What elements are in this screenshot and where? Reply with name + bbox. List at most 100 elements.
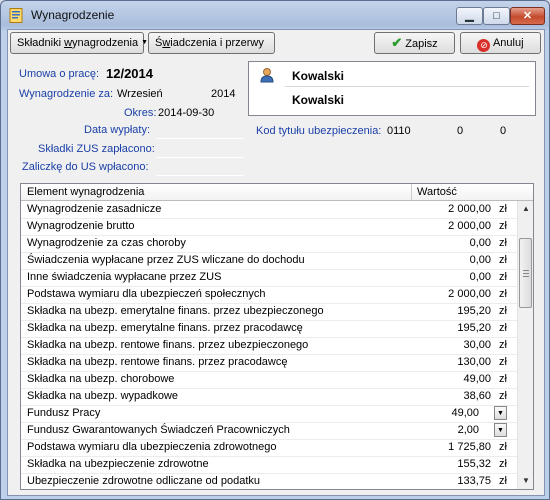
row-value: 2 000,00 (448, 288, 491, 300)
row-currency: zł (499, 475, 507, 487)
row-currency: zł (499, 203, 507, 215)
table-row[interactable]: Składka na ubezp. chorobowe 49,00 zł (21, 371, 517, 389)
close-button[interactable]: ✕ (510, 7, 545, 25)
app-icon (9, 8, 23, 23)
row-value: 0,00 (469, 254, 491, 266)
employee-divider (285, 86, 529, 87)
table-row[interactable]: Fundusz Gwarantowanych Świadczeń Pracown… (21, 422, 517, 440)
save-label: Zapisz (405, 38, 438, 50)
table-row[interactable]: Składka na ubezp. wypadkowe 38,60 zł (21, 388, 517, 406)
employee-panel[interactable]: Kowalski Kowalski (248, 61, 536, 116)
row-currency: zł (499, 288, 507, 300)
zus-paid-field[interactable] (156, 141, 244, 158)
row-value: 195,20 (457, 305, 491, 317)
row-value: 38,60 (463, 390, 491, 402)
row-value: 133,75 (457, 475, 491, 487)
save-button[interactable]: ✔ Zapisz (374, 32, 455, 54)
row-currency: zł (499, 322, 507, 334)
payout-date-label: Data wypłaty: (84, 124, 151, 136)
period-value: 2014-09-30 (158, 107, 215, 119)
insurance-code[interactable]: 0110 (387, 125, 411, 137)
employee-name-2: Kowalski (292, 93, 345, 107)
salary-for-label: Wynagrodzenie za: (19, 88, 114, 100)
table-row[interactable]: Podstawa wymiaru dla ubezpieczeń społecz… (21, 286, 517, 304)
insurance-code-label: Kod tytułu ubezpieczenia: (256, 125, 382, 137)
contract-value: 12/2014 (106, 66, 153, 81)
salary-components-label: Składniki wynagrodzenia (17, 37, 139, 49)
table-header: Element wynagrodzenia Wartość (21, 184, 533, 201)
row-value: 2 000,00 (448, 220, 491, 232)
row-element-name: Wynagrodzenie brutto (27, 220, 135, 232)
row-currency: zł (499, 254, 507, 266)
us-paid-field[interactable] (156, 159, 244, 176)
employee-name-1: Kowalski (292, 69, 345, 83)
form-body: Składniki wynagrodzenia ▼ Świadczenia i … (7, 29, 545, 496)
minimize-button[interactable]: ▁ (456, 7, 483, 25)
cancel-button[interactable]: ⊘ Anuluj (460, 32, 541, 54)
person-icon (260, 68, 274, 83)
row-value: 195,20 (457, 322, 491, 334)
row-element-name: Fundusz Pracy (27, 407, 101, 419)
table-row[interactable]: Wynagrodzenie zasadnicze 2 000,00 zł (21, 201, 517, 219)
benefits-breaks-label: Świadczenia i przerwy (155, 37, 264, 49)
column-header-value[interactable]: Wartość (417, 186, 457, 198)
row-element-name: Składka na ubezp. emerytalne finans. prz… (27, 305, 324, 317)
row-currency: zł (499, 271, 507, 283)
table-row[interactable]: Inne świadczenia wypłacane przez ZUS 0,00… (21, 269, 517, 287)
row-element-name: Podstawa wymiaru dla ubezpieczeń społecz… (27, 288, 266, 300)
row-currency: zł (499, 373, 507, 385)
table-row[interactable]: Wynagrodzenie brutto 2 000,00 zł (21, 218, 517, 236)
table-row[interactable]: Podstawa wymiaru dla ubezpieczenia zdrow… (21, 439, 517, 457)
column-header-element[interactable]: Element wynagrodzenia (27, 186, 144, 198)
row-value: 2 000,00 (448, 203, 491, 215)
salary-elements-table: Element wynagrodzenia Wartość Wynagrodze… (20, 183, 534, 490)
row-value: 49,00 (463, 373, 491, 385)
scroll-up-icon[interactable]: ▲ (518, 201, 533, 217)
row-element-name: Wynagrodzenie za czas choroby (27, 237, 186, 249)
table-row[interactable]: Składka na ubezp. emerytalne finans. prz… (21, 303, 517, 321)
row-element-name: Wynagrodzenie zasadnicze (27, 203, 162, 215)
table-row[interactable]: Świadczenia wypłacane przez ZUS wliczane… (21, 252, 517, 270)
benefits-breaks-button[interactable]: Świadczenia i przerwy (148, 32, 275, 54)
table-row[interactable]: Składka na ubezp. rentowe finans. przez … (21, 354, 517, 372)
row-element-name: Ubezpieczenie zdrowotne odliczane od pod… (27, 475, 260, 487)
table-row[interactable]: Składka na ubezp. rentowe finans. przez … (21, 337, 517, 355)
table-row[interactable]: Ubezpieczenie zdrowotne odliczane od pod… (21, 473, 517, 489)
row-value: 0,00 (469, 237, 491, 249)
scroll-down-icon[interactable]: ▼ (518, 473, 533, 489)
salary-components-button[interactable]: Składniki wynagrodzenia ▼ (10, 32, 148, 54)
table-row[interactable]: Składka na ubezp. emerytalne finans. prz… (21, 320, 517, 338)
row-currency: zł (499, 305, 507, 317)
dropdown-arrow-icon[interactable]: ▼ (494, 423, 507, 437)
maximize-button[interactable]: □ (483, 7, 510, 25)
column-divider (411, 184, 412, 200)
row-currency: zł (499, 441, 507, 453)
vertical-scrollbar[interactable]: ▲ ▼ (517, 201, 533, 489)
close-icon: ✕ (522, 10, 533, 22)
insurance-code-3[interactable]: 0 (500, 125, 506, 137)
insurance-code-2[interactable]: 0 (457, 125, 463, 137)
salary-year[interactable]: 2014 (211, 88, 235, 100)
row-value: 30,00 (463, 339, 491, 351)
payout-date-field[interactable] (156, 122, 244, 139)
row-currency: zł (499, 356, 507, 368)
row-currency: zł (499, 458, 507, 470)
scroll-thumb[interactable] (519, 238, 532, 308)
title-bar[interactable]: Wynagrodzenie ▁ □ ✕ (1, 1, 549, 29)
cancel-label: Anuluj (492, 37, 524, 49)
row-currency: zł (499, 220, 507, 232)
salary-month[interactable]: Wrzesień (117, 88, 163, 100)
row-value: 0,00 (469, 271, 491, 283)
row-currency: zł (499, 237, 507, 249)
dropdown-arrow-icon[interactable]: ▼ (494, 406, 507, 420)
table-row[interactable]: Wynagrodzenie za czas choroby 0,00 zł (21, 235, 517, 253)
period-label: Okres: (124, 107, 157, 119)
table-row[interactable]: Składka na ubezpieczenie zdrowotne 155,32… (21, 456, 517, 474)
zus-paid-label: Składki ZUS zapłacono: (38, 143, 155, 155)
table-row[interactable]: Fundusz Pracy 49,00 ▼ (21, 405, 517, 423)
window-title: Wynagrodzenie (31, 8, 115, 22)
row-element-name: Składka na ubezp. chorobowe (27, 373, 175, 385)
contract-label: Umowa o pracę: (19, 68, 100, 80)
row-value: 155,32 (457, 458, 491, 470)
row-value: 2,00 (457, 424, 479, 436)
